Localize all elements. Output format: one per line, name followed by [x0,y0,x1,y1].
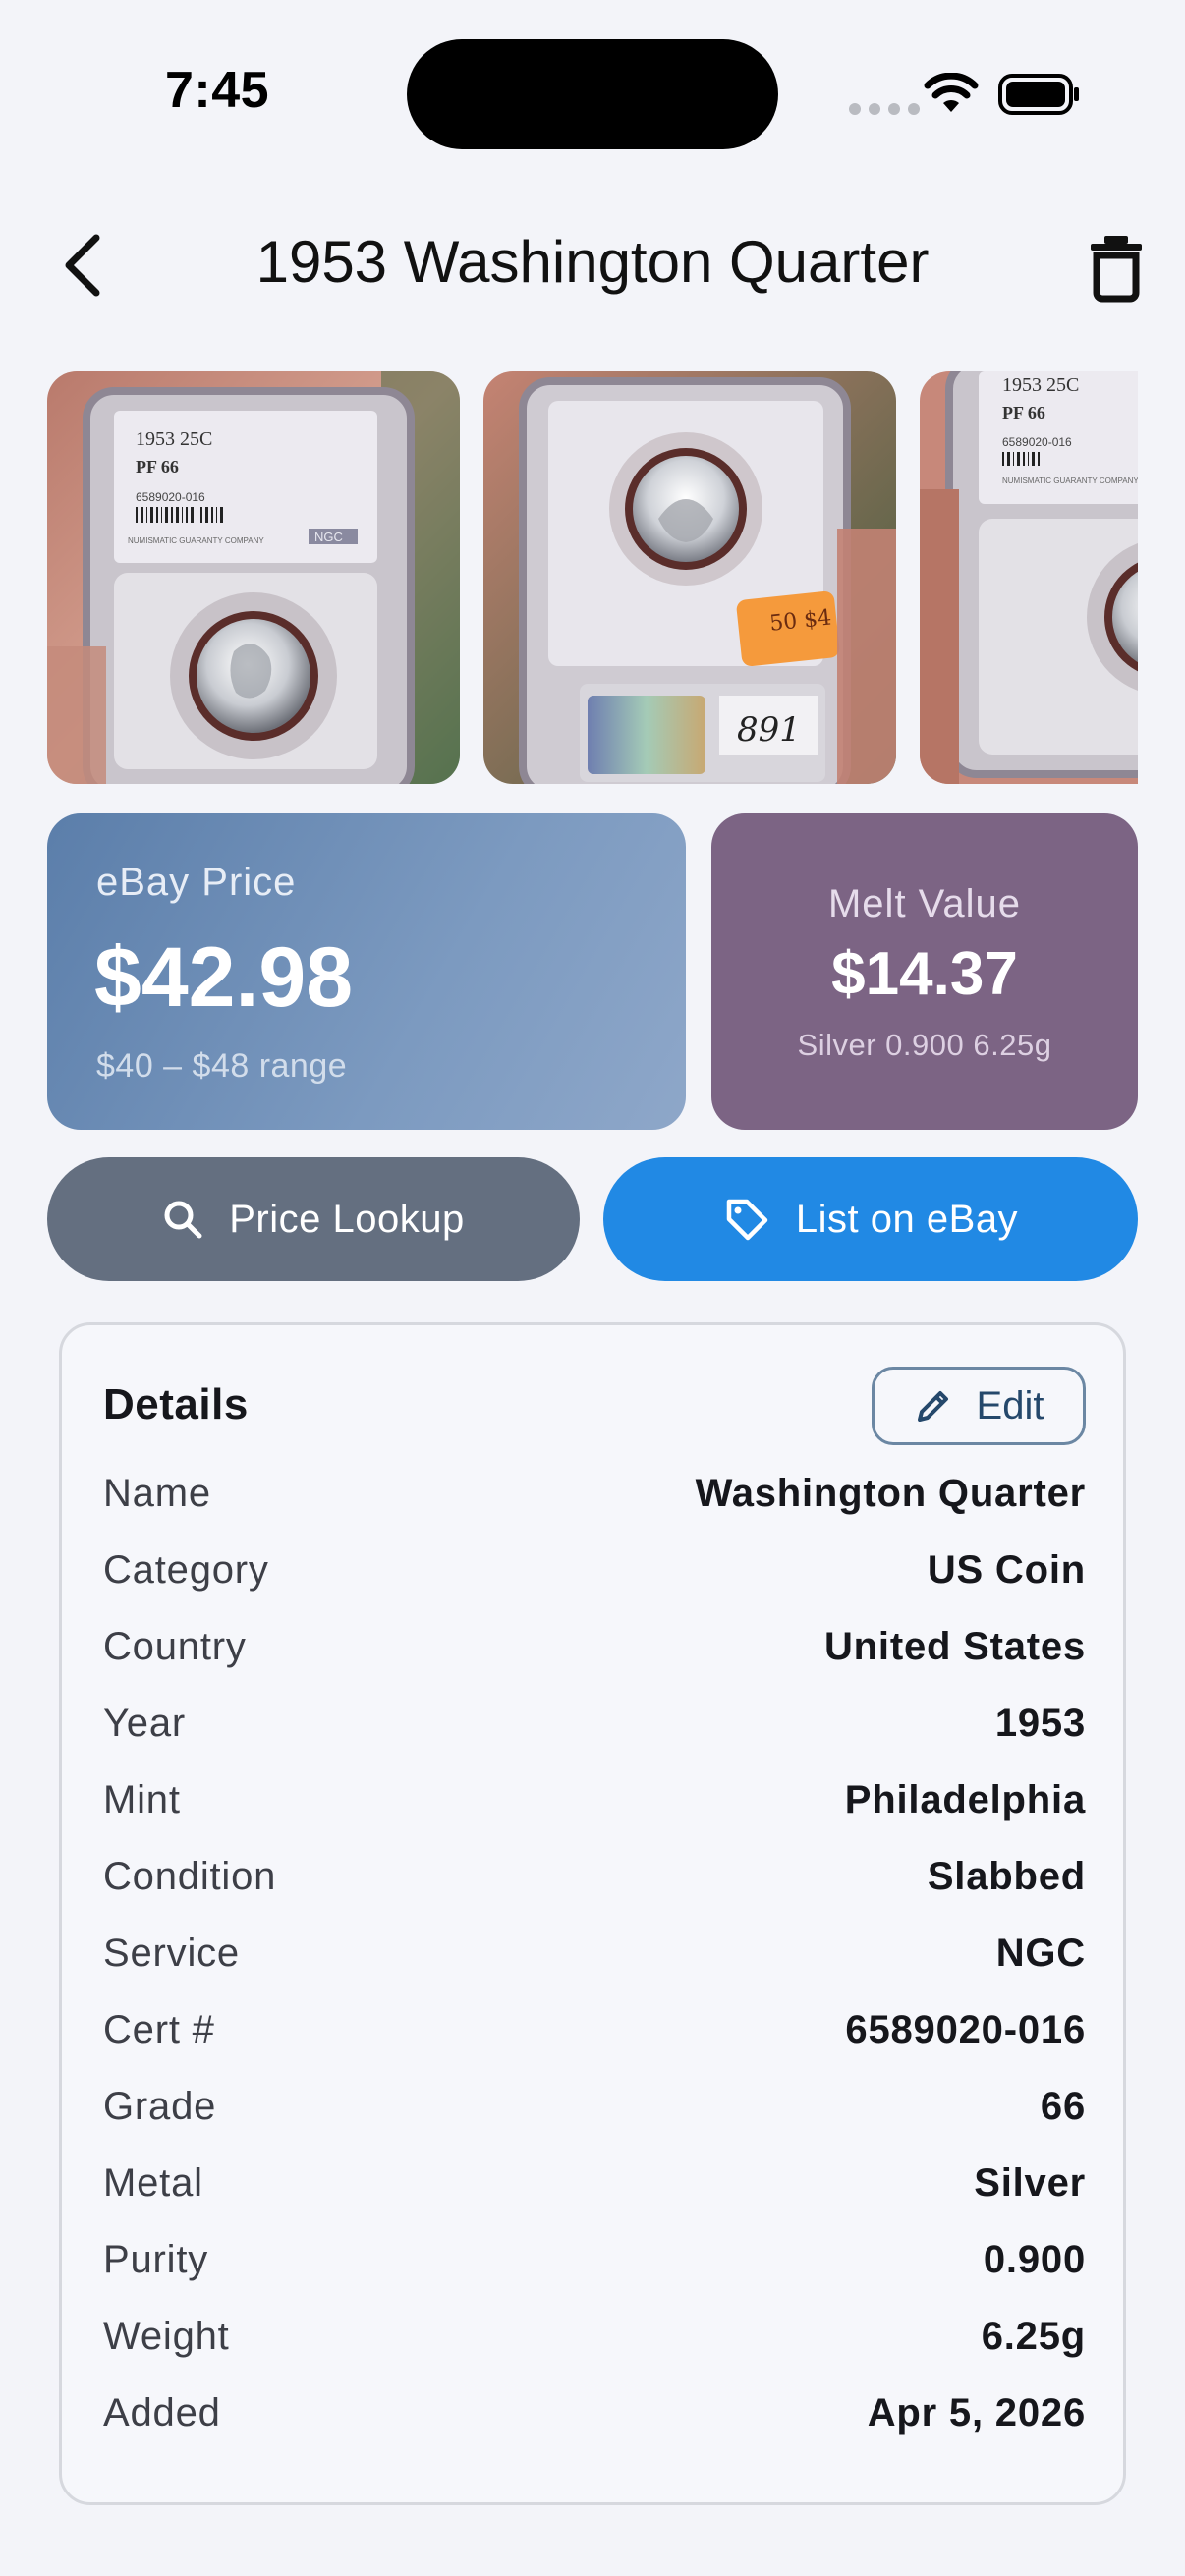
slab-label: 1953 25C [1002,374,1079,396]
status-time: 7:45 [165,62,270,119]
detail-row-name: Name Washington Quarter [103,1455,1086,1532]
detail-label: Cert # [103,2007,215,2051]
list-on-ebay-button[interactable]: List on eBay [603,1157,1138,1281]
slab-cert: 6589020-016 [136,490,205,504]
price-lookup-button[interactable]: Price Lookup [47,1157,580,1281]
battery-icon [998,74,1079,115]
slab-grade: PF 66 [1002,403,1045,422]
detail-value: 6589020-016 [845,2007,1086,2051]
detail-label: Category [103,1547,269,1592]
detail-row-added: Added Apr 5, 2026 [103,2375,1086,2451]
detail-value: Washington Quarter [695,1471,1086,1515]
detail-row-purity: Purity 0.900 [103,2221,1086,2298]
detail-value: NGC [995,1931,1086,1975]
price-lookup-label: Price Lookup [229,1197,465,1241]
detail-value: 0.900 [983,2237,1086,2281]
detail-label: Country [103,1624,247,1668]
detail-label: Condition [103,1854,277,1898]
slab-brand: NGC [314,530,343,544]
detail-row-cert: Cert # 6589020-016 [103,1991,1086,2068]
detail-label: Mint [103,1777,181,1821]
detail-row-country: Country United States [103,1608,1086,1685]
details-list: Name Washington Quarter Category US Coin C… [103,1455,1086,2451]
detail-value: Apr 5, 2026 [867,2390,1086,2435]
detail-value: Slabbed [927,1854,1086,1898]
detail-row-metal: Metal Silver [103,2145,1086,2221]
page-title: 1953 Washington Quarter [255,229,930,295]
detail-row-mint: Mint Philadelphia [103,1762,1086,1838]
detail-value: Philadelphia [844,1777,1086,1821]
details-title: Details [103,1380,249,1428]
slab-grader: NUMISMATIC GUARANTY COMPANY [1002,476,1138,485]
detail-label: Metal [103,2160,203,2205]
edit-button[interactable]: Edit [872,1367,1086,1445]
detail-label: Grade [103,2084,217,2128]
ebay-price-range: $40 – $48 range [96,1047,348,1085]
back-button[interactable] [53,226,112,305]
details-card: Details Edit Name Washington Quarter Cate… [59,1322,1126,2505]
trash-icon [1091,236,1142,303]
dynamic-island [407,39,778,149]
coin-photo-1[interactable]: 1953 25C PF 66 6589020-016 NUMISMATIC GU… [47,371,460,784]
detail-label: Year [103,1701,187,1745]
photo-carousel[interactable]: 1953 25C PF 66 6589020-016 NUMISMATIC GU… [47,371,1138,784]
detail-row-service: Service NGC [103,1915,1086,1991]
detail-row-condition: Condition Slabbed [103,1838,1086,1915]
detail-value: Silver [974,2160,1086,2205]
detail-value: US Coin [927,1547,1086,1592]
slab-label: 1953 25C [136,428,212,450]
edit-label: Edit [976,1383,1044,1428]
detail-row-year: Year 1953 [103,1685,1086,1762]
ebay-price-value: $42.98 [94,930,354,1025]
melt-value-label: Melt Value [827,882,1021,925]
melt-value-price: $14.37 [831,940,1018,1008]
detail-value: 6.25g [981,2314,1086,2358]
coin-detail-screen: 7:45 1953 Washington Quarter 1953 25C PF… [0,0,1185,2576]
ebay-price-card: eBay Price $42.98 $40 – $48 range [47,813,686,1130]
handwritten-number: 891 [737,710,801,750]
detail-label: Added [103,2390,221,2435]
melt-value-detail: Silver 0.900 6.25g [797,1028,1052,1062]
ebay-price-label: eBay Price [96,861,297,904]
detail-label: Weight [103,2314,230,2358]
list-on-ebay-label: List on eBay [795,1197,1019,1241]
detail-value: 1953 [994,1701,1086,1745]
detail-label: Purity [103,2237,209,2281]
coin-photo-2[interactable]: 50 $4 891 [483,371,896,784]
coin-photo-3[interactable]: 1953 25C PF 66 6589020-016 NUMISMATIC GU… [920,371,1138,784]
delete-button[interactable] [1085,232,1148,303]
pencil-icon [917,1391,948,1422]
search-icon [164,1201,202,1239]
slab-grader: NUMISMATIC GUARANTY COMPANY [128,536,264,545]
detail-value: 66 [1040,2084,1086,2128]
detail-row-category: Category US Coin [103,1532,1086,1608]
detail-row-grade: Grade 66 [103,2068,1086,2145]
slab-grade: PF 66 [136,457,179,476]
cellular-signal-icon [849,103,920,115]
detail-value: United States [823,1624,1086,1668]
melt-value-card: Melt Value $14.37 Silver 0.900 6.25g [711,813,1138,1130]
detail-label: Name [103,1471,211,1515]
tag-icon [726,1199,768,1241]
wifi-icon [924,73,979,112]
detail-label: Service [103,1931,240,1975]
detail-row-weight: Weight 6.25g [103,2298,1086,2375]
slab-cert: 6589020-016 [1002,435,1072,449]
